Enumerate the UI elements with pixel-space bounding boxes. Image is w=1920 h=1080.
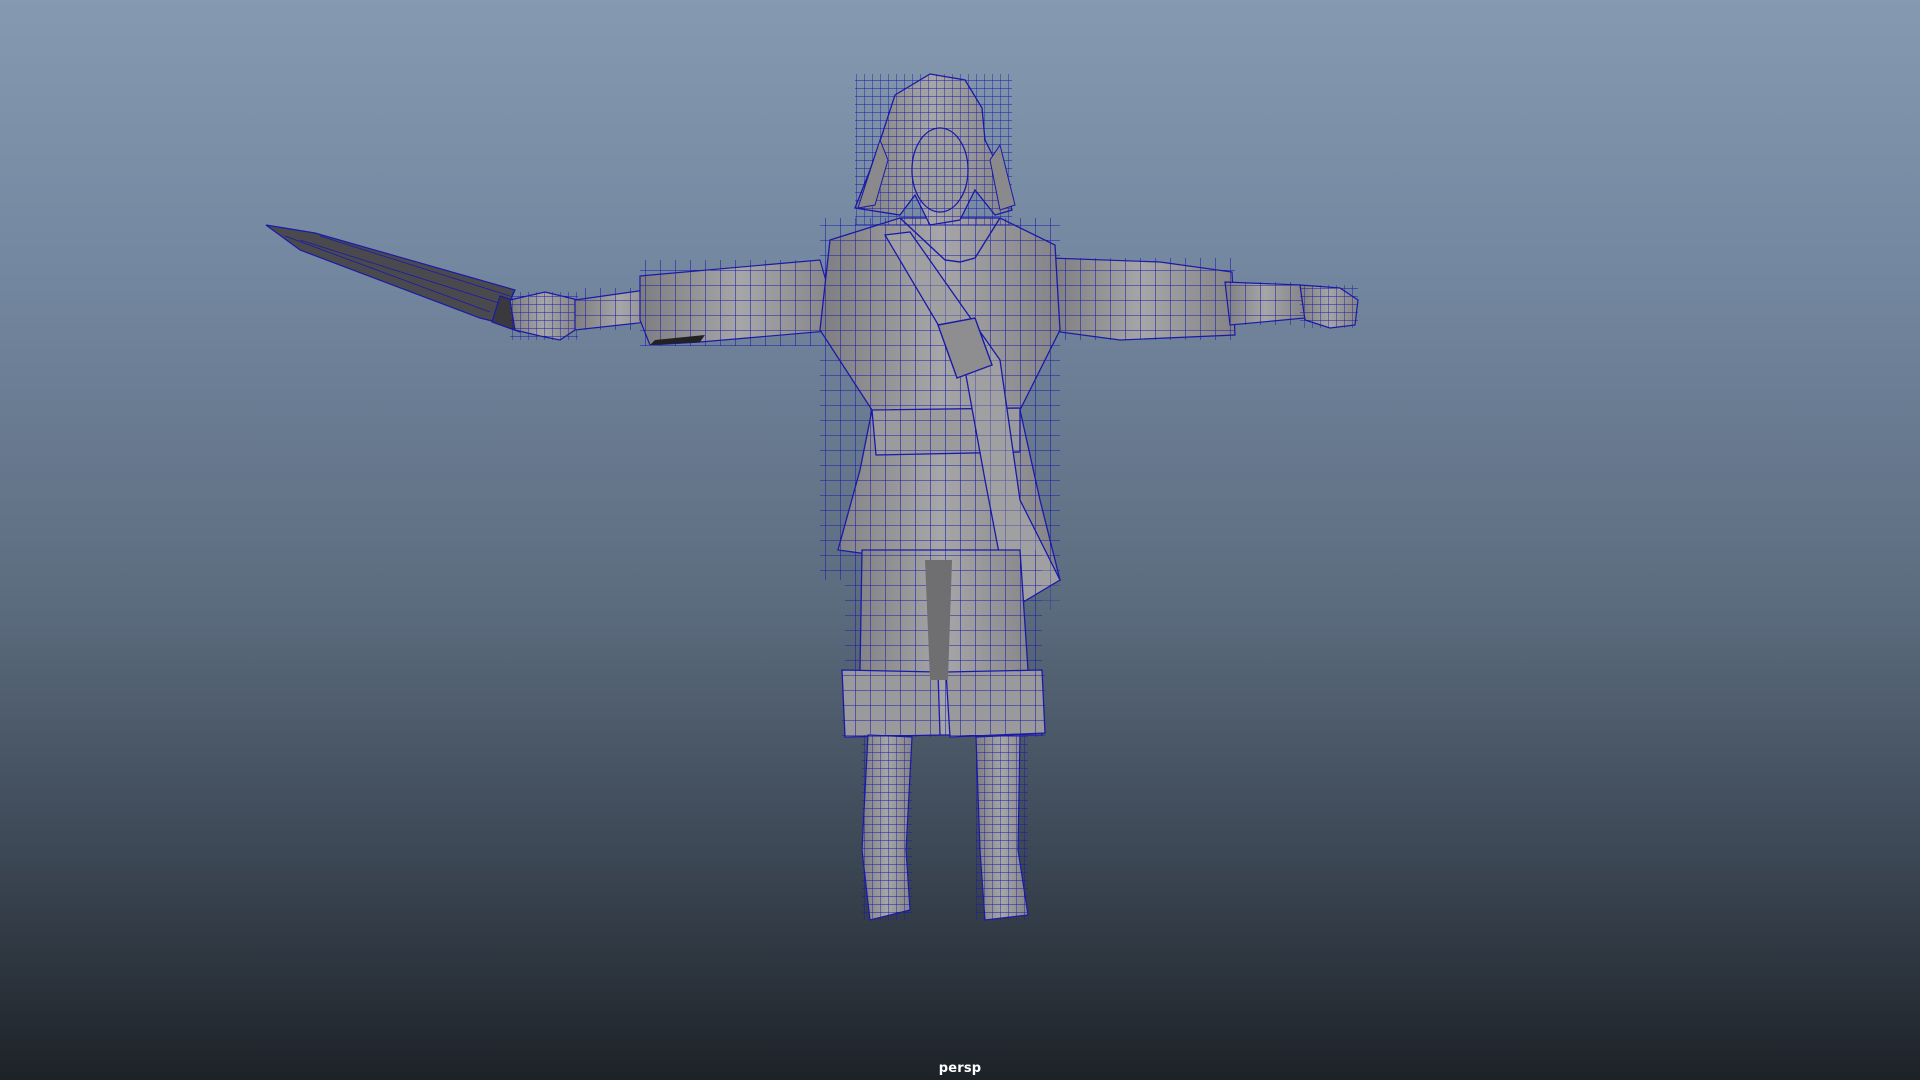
sword-mesh [265,224,529,333]
legs-mesh [841,549,1046,738]
left-hand-mesh [509,291,579,341]
left-arm-mesh [574,259,841,346]
feet-mesh [861,734,1029,921]
character-mesh[interactable] [0,0,1920,1080]
right-arm-mesh [1049,257,1359,341]
viewport-3d[interactable]: persp [0,0,1920,1080]
camera-name-label: persp [938,1061,982,1076]
head-mesh [854,73,1016,226]
